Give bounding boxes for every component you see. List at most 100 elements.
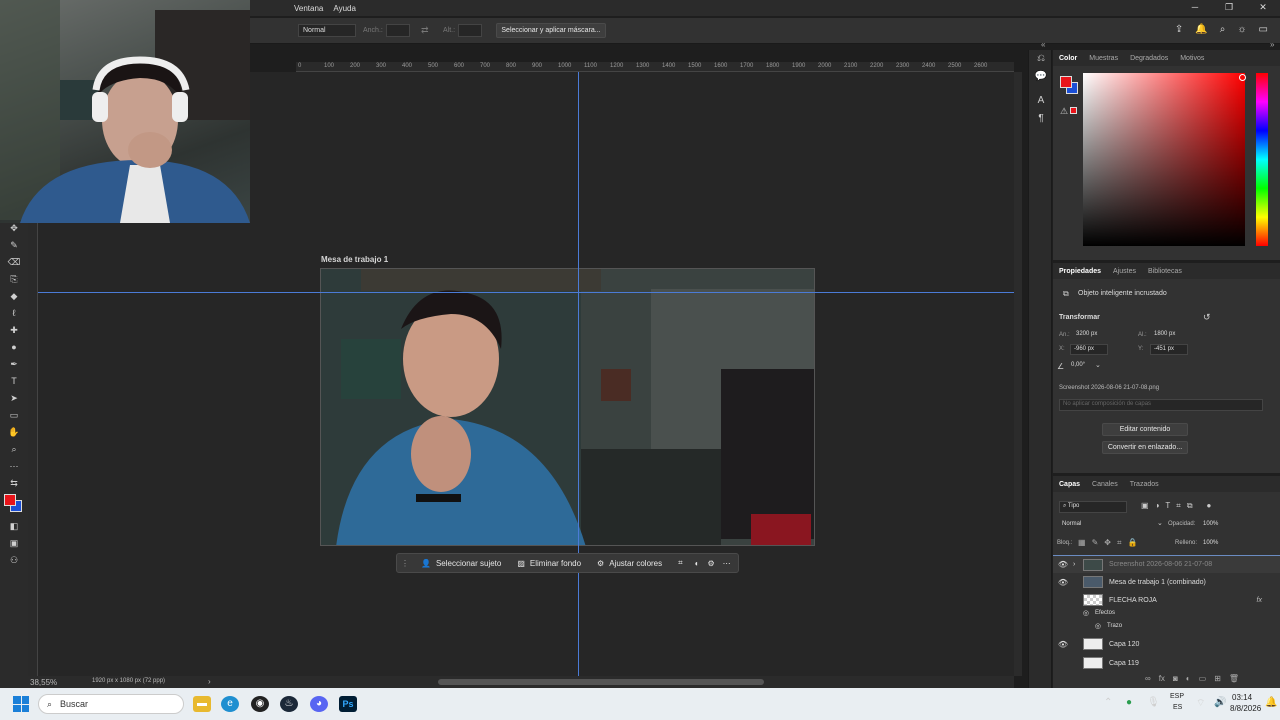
color-picker-field[interactable] — [1083, 73, 1245, 246]
tab-swatches[interactable]: Muestras — [1089, 55, 1118, 62]
restore-icon[interactable]: ❐ — [1212, 0, 1246, 14]
layer-blend-select[interactable]: Normal — [1059, 520, 1163, 531]
height-field[interactable] — [458, 24, 482, 37]
tab-libraries[interactable]: Bibliotecas — [1148, 268, 1182, 275]
foreground-color[interactable] — [4, 494, 16, 506]
zoom-level[interactable]: 38,55% — [30, 678, 57, 687]
delete-layer-icon[interactable]: 🗑 — [1229, 674, 1239, 683]
document-info[interactable]: 1920 px x 1080 px (72 ppp) — [92, 678, 165, 684]
tab-adjustments[interactable]: Ajustes — [1113, 268, 1136, 275]
tab-properties[interactable]: Propiedades — [1059, 268, 1101, 275]
chevron-right-icon[interactable]: › — [208, 677, 211, 686]
horizontal-scrollbar[interactable] — [438, 679, 764, 685]
chrome-icon[interactable]: ◉ — [251, 696, 269, 712]
add-style-icon[interactable]: fx — [1159, 674, 1165, 683]
add-mask-icon[interactable]: ◙ — [1173, 674, 1178, 683]
lasso-tool-icon[interactable]: ℓ — [0, 305, 28, 322]
settings-icon[interactable]: ⚙ — [704, 559, 719, 568]
guide-vertical[interactable] — [578, 72, 579, 676]
smart-filter-icon[interactable]: ⧉ — [1187, 501, 1193, 511]
healing-tool-icon[interactable]: ✚ — [0, 322, 28, 339]
search-icon[interactable]: ⌕ — [1220, 24, 1226, 35]
pixel-filter-icon[interactable]: ▣ — [1141, 501, 1149, 511]
default-colors-icon[interactable]: ⇆ — [0, 475, 28, 492]
comments-icon[interactable]: 💬 — [1029, 68, 1053, 86]
steam-icon[interactable]: ♨ — [280, 696, 298, 712]
lock-pixels-icon[interactable]: ✎ — [1092, 538, 1099, 548]
clock-date[interactable]: 8/8/2026 — [1230, 704, 1261, 713]
clock-time[interactable]: 03:14 — [1232, 693, 1252, 702]
effects-row[interactable]: ◎ Efectos — [1053, 606, 1280, 620]
path-select-tool-icon[interactable]: ➤ — [0, 390, 28, 407]
text-filter-icon[interactable]: T — [1165, 501, 1170, 511]
convert-linked-button[interactable]: Convertir en enlazado... — [1102, 441, 1188, 454]
artboard-image[interactable] — [320, 268, 815, 546]
tab-layers[interactable]: Capas — [1059, 481, 1080, 488]
lock-all-icon[interactable]: 🔒 — [1127, 538, 1137, 548]
tab-paths[interactable]: Trazados — [1130, 481, 1159, 488]
keyboard-indicator[interactable]: ES — [1173, 704, 1182, 711]
link-layers-icon[interactable]: ∞ — [1145, 674, 1151, 683]
tray-app-icon[interactable]: ● — [1126, 697, 1132, 708]
notifications-icon[interactable]: 🔔 — [1265, 697, 1277, 708]
hue-slider[interactable] — [1256, 73, 1268, 246]
vertical-scrollbar[interactable] — [1014, 72, 1022, 676]
color-swatches[interactable] — [0, 492, 28, 518]
fx-icon[interactable]: fx — [1257, 597, 1262, 604]
picker-cursor[interactable] — [1239, 74, 1246, 81]
layer-filter-select[interactable]: ⌕ Tipo — [1059, 501, 1127, 513]
bucket-tool-icon[interactable]: ◆ — [0, 288, 28, 305]
select-mask-button[interactable]: Seleccionar y aplicar máscara... — [496, 23, 606, 38]
edge-icon[interactable]: e — [221, 696, 239, 712]
adjust-filter-icon[interactable]: ◑ — [1155, 501, 1160, 511]
select-subject-button[interactable]: 👤 Seleccionar sujeto — [413, 559, 509, 568]
bulb-icon[interactable]: ☼ — [1237, 24, 1246, 35]
height-prop-field[interactable]: 1800 px — [1151, 330, 1191, 341]
dodge-tool-icon[interactable]: ● — [0, 339, 28, 356]
transform-icon[interactable]: ⌗ — [670, 558, 691, 568]
workspace-icon[interactable]: ▭ — [1259, 24, 1268, 35]
zoom-tool-icon[interactable]: ⌕ — [0, 441, 28, 458]
layer-row[interactable]: Capa 119 — [1053, 654, 1280, 672]
tab-color[interactable]: Color — [1059, 55, 1077, 62]
character-icon[interactable]: A — [1029, 92, 1053, 110]
eraser-tool-icon[interactable]: ⌫ — [0, 254, 28, 271]
history-icon[interactable]: ⎌ — [1029, 50, 1053, 68]
reset-transform-icon[interactable]: ↺ — [1203, 312, 1211, 323]
tray-chevron-icon[interactable]: ⌃ — [1104, 697, 1112, 708]
quick-mask-icon[interactable]: ◧ — [0, 518, 28, 535]
hand-tool-icon[interactable]: ✋ — [0, 424, 28, 441]
guide-horizontal[interactable] — [38, 292, 1014, 293]
layer-chevron-icon[interactable]: › — [1073, 561, 1083, 568]
more-icon[interactable]: ⋯ — [719, 559, 735, 568]
layer-comp-select[interactable]: No aplicar composición de capas — [1059, 399, 1263, 411]
rectangle-tool-icon[interactable]: ▭ — [0, 407, 28, 424]
remove-background-button[interactable]: ▨ Eliminar fondo — [509, 559, 589, 568]
microphone-icon[interactable]: 🎙 — [1147, 697, 1160, 708]
more-tools-icon[interactable]: ⋯ — [0, 458, 28, 475]
volume-icon[interactable]: 🔊 — [1214, 697, 1226, 708]
minimize-icon[interactable]: ─ — [1178, 0, 1212, 14]
wifi-icon[interactable]: ⌔ — [1196, 697, 1205, 710]
blend-chevron-icon[interactable]: ⌄ — [1157, 519, 1163, 527]
lock-position-icon[interactable]: ✥ — [1104, 538, 1111, 548]
stroke-row[interactable]: ◎ Trazo — [1053, 619, 1280, 633]
menu-ayuda[interactable]: Ayuda — [333, 4, 356, 13]
expand-panels-icon[interactable]: » — [1270, 40, 1274, 49]
eye-icon[interactable]: 👁 — [1053, 578, 1073, 587]
bell-icon[interactable]: 🔔 — [1195, 24, 1207, 35]
share-icon[interactable]: ⇪ — [1175, 24, 1183, 35]
type-tool-icon[interactable]: T — [0, 373, 28, 390]
blend-mode-select[interactable]: Normal — [298, 24, 356, 37]
opacity-value[interactable]: 100% — [1203, 521, 1218, 527]
layer-row[interactable]: 👁 Capa 120 — [1053, 635, 1280, 653]
discord-icon[interactable]: ◕ — [310, 696, 328, 712]
width-prop-field[interactable]: 3200 px — [1073, 330, 1113, 341]
tab-channels[interactable]: Canales — [1092, 481, 1118, 488]
collapse-panels-icon[interactable]: « — [1041, 40, 1045, 49]
new-group-icon[interactable]: ▭ — [1199, 674, 1207, 683]
effects-eye-icon[interactable]: ◎ — [1053, 609, 1095, 617]
pen-tool-icon[interactable]: ✒ — [0, 356, 28, 373]
file-explorer-icon[interactable]: ▬ — [193, 696, 211, 712]
shape-filter-icon[interactable]: ⌗ — [1176, 501, 1181, 511]
